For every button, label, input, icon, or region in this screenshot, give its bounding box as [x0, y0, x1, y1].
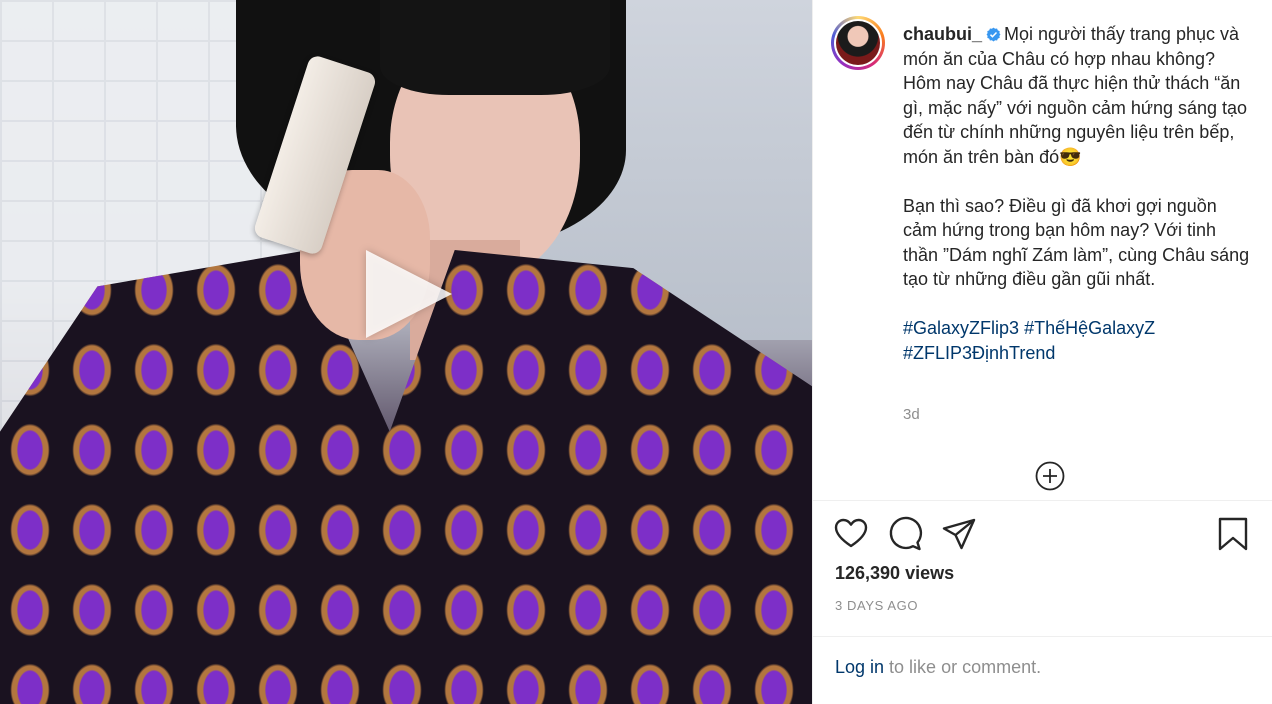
view-count[interactable]: 126,390 views — [835, 563, 954, 584]
avatar-image — [836, 21, 880, 65]
hashtag-link[interactable]: #ZFLIP3ĐịnhTrend — [903, 343, 1055, 363]
play-icon[interactable] — [366, 250, 452, 338]
comment-icon[interactable] — [887, 516, 923, 552]
login-prompt: Log in to like or comment. — [835, 657, 1041, 678]
post-sidebar: chaubui_ Mọi người thấy trang phục và món… — [812, 0, 1272, 704]
caption-paragraph-1: Mọi người thấy trang phục và món ăn của … — [903, 24, 1253, 167]
action-bar — [813, 514, 1272, 558]
hashtag-link[interactable]: #GalaxyZFlip3 — [903, 318, 1019, 338]
username-link[interactable]: chaubui_ — [903, 24, 982, 44]
caption-area: chaubui_ Mọi người thấy trang phục và món… — [813, 0, 1272, 500]
avatar[interactable] — [831, 16, 885, 70]
hashtag-link[interactable]: #ThếHệGalaxyZ — [1024, 318, 1155, 338]
caption-timestamp[interactable]: 3d — [903, 406, 920, 423]
person-bangs — [380, 0, 610, 95]
divider — [813, 500, 1272, 501]
post-timestamp[interactable]: 3 DAYS AGO — [835, 598, 918, 613]
bookmark-icon[interactable] — [1215, 516, 1251, 552]
caption-paragraph-2: Bạn thì sao? Điều gì đã khơi gợi nguồn c… — [903, 195, 1255, 290]
heart-icon[interactable] — [833, 516, 869, 552]
video-player[interactable] — [0, 0, 812, 704]
post-caption: chaubui_ Mọi người thấy trang phục và món… — [903, 22, 1253, 365]
instagram-post-window: chaubui_ Mọi người thấy trang phục và món… — [0, 0, 1272, 704]
hashtag-list: #GalaxyZFlip3 #ThếHệGalaxyZ #ZFLIP3ĐịnhTr… — [903, 316, 1253, 365]
divider — [813, 636, 1272, 637]
share-icon[interactable] — [941, 516, 977, 552]
login-suffix: to like or comment. — [884, 657, 1042, 677]
login-link[interactable]: Log in — [835, 657, 884, 677]
verified-badge-icon — [986, 27, 1001, 42]
plus-circle-icon[interactable] — [1035, 461, 1065, 491]
